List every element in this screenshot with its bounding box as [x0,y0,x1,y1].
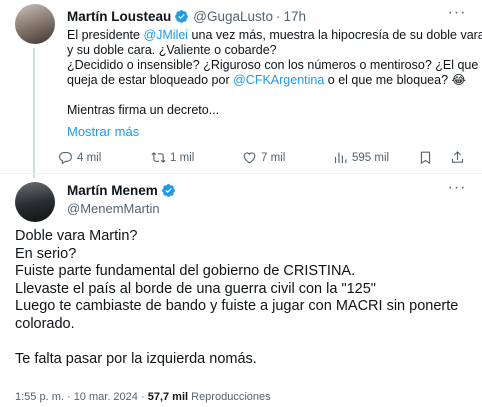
author-name[interactable]: Martín Lousteau [67,9,171,24]
show-more-link[interactable]: Mostrar más [67,124,139,139]
tweet-time[interactable]: 17h [284,9,307,24]
avatar[interactable] [15,4,55,44]
tweet-text-line: ¿Decidido o insensible? ¿Riguroso con lo… [67,58,482,73]
parent-tweet[interactable]: Martín Lousteau @GugaLusto · 17h ··· El … [0,0,482,178]
author-handle[interactable]: @GugaLusto [193,9,273,24]
views-icon [334,152,347,164]
tweet-text-line: El presidente @JMilei una vez más, muest… [67,28,482,43]
tweet-header: Martín Lousteau @GugaLusto · 17h [67,9,306,24]
tweet-text-line: Mientras firma un decreto... [67,103,472,118]
share-icon [451,151,464,163]
reply-icon [58,151,73,165]
repost-button[interactable]: 1 mil [151,150,194,165]
tweet-text-line: En serio? [15,245,77,262]
separator-dot: · [140,391,145,403]
tweet-text-line: Fuiste parte fundamental del gobierno de… [15,263,356,279]
more-options-icon[interactable]: ··· [446,5,468,24]
share-button[interactable] [450,150,469,165]
reply-count: 4 mil [77,151,102,164]
action-bar: 4 mil 1 mil 7 mil 595 mil [58,150,478,166]
text-segment: ¿Decidido o insensible? ¿Riguroso con lo… [67,58,482,72]
views-button[interactable]: 595 mil [333,150,389,165]
bookmark-button[interactable] [418,150,437,165]
separator-dot: · [276,9,281,24]
tweet-timestamp[interactable]: 1:55 p. m. · 10 mar. 2024 [15,391,138,403]
text-segment: queja de estar bloqueado por [67,73,234,87]
tweet-text-line: Luego te cambiaste de bando y fuiste a j… [15,298,459,314]
verified-badge-icon [175,10,189,23]
tweet-text: El presidente @JMilei una vez más, muest… [67,28,482,118]
tweet-meta: 1:55 p. m. · 10 mar. 2024 · 57,7 mil Rep… [15,391,271,403]
repost-icon [151,152,166,163]
views-count: 57,7 mil [147,391,189,403]
text-segment: una vez más, muestra la hipocresía de su… [188,28,482,42]
mention-link[interactable]: @CFKArgentina [233,73,324,87]
repost-count: 1 mil [170,151,195,164]
reply-button[interactable]: 4 mil [58,150,101,165]
views-label: Reproducciones [191,391,271,403]
text-segment: o el que me bloquea? 😂 [324,73,467,87]
bookmark-icon [420,151,431,165]
tweet-text-line [67,88,472,103]
like-icon [243,152,256,164]
tweet-text-line: queja de estar bloqueado por @CFKArgenti… [67,73,472,88]
text-segment: Mientras firma un decreto... [67,103,220,117]
tweet-header: Martín Menem [67,183,180,198]
tweet-text: Doble vara Martin? En serio? Fuiste parte … [15,228,475,368]
text-segment: El presidente [67,28,144,42]
tweet-text-line: colorado. [15,315,75,332]
tweet-text-line [15,333,475,351]
views-count: 595 mil [352,151,390,164]
more-options-icon[interactable]: ··· [446,180,468,199]
tweet-text-line: Llevaste el país al borde de una guerra … [15,280,376,297]
avatar[interactable] [15,182,55,222]
verified-badge-icon [161,184,175,197]
author-name[interactable]: Martín Menem [67,183,158,198]
thread-connector-line [33,48,35,178]
tweet-text-line: y su doble cara. ¿Valiente o cobarde? [67,43,472,58]
tweet-text-line: Doble vara Martin? [15,228,138,244]
author-handle[interactable]: @MenemMartin [67,201,160,216]
text-segment: y su doble cara. ¿Valiente o cobarde? [67,43,277,57]
tweet-text-line: Te falta pasar por la izquierda nomás. [15,350,257,367]
divider [0,173,482,174]
like-count: 7 mil [261,151,286,164]
like-button[interactable]: 7 mil [242,150,285,165]
mention-link[interactable]: @JMilei [143,28,188,42]
